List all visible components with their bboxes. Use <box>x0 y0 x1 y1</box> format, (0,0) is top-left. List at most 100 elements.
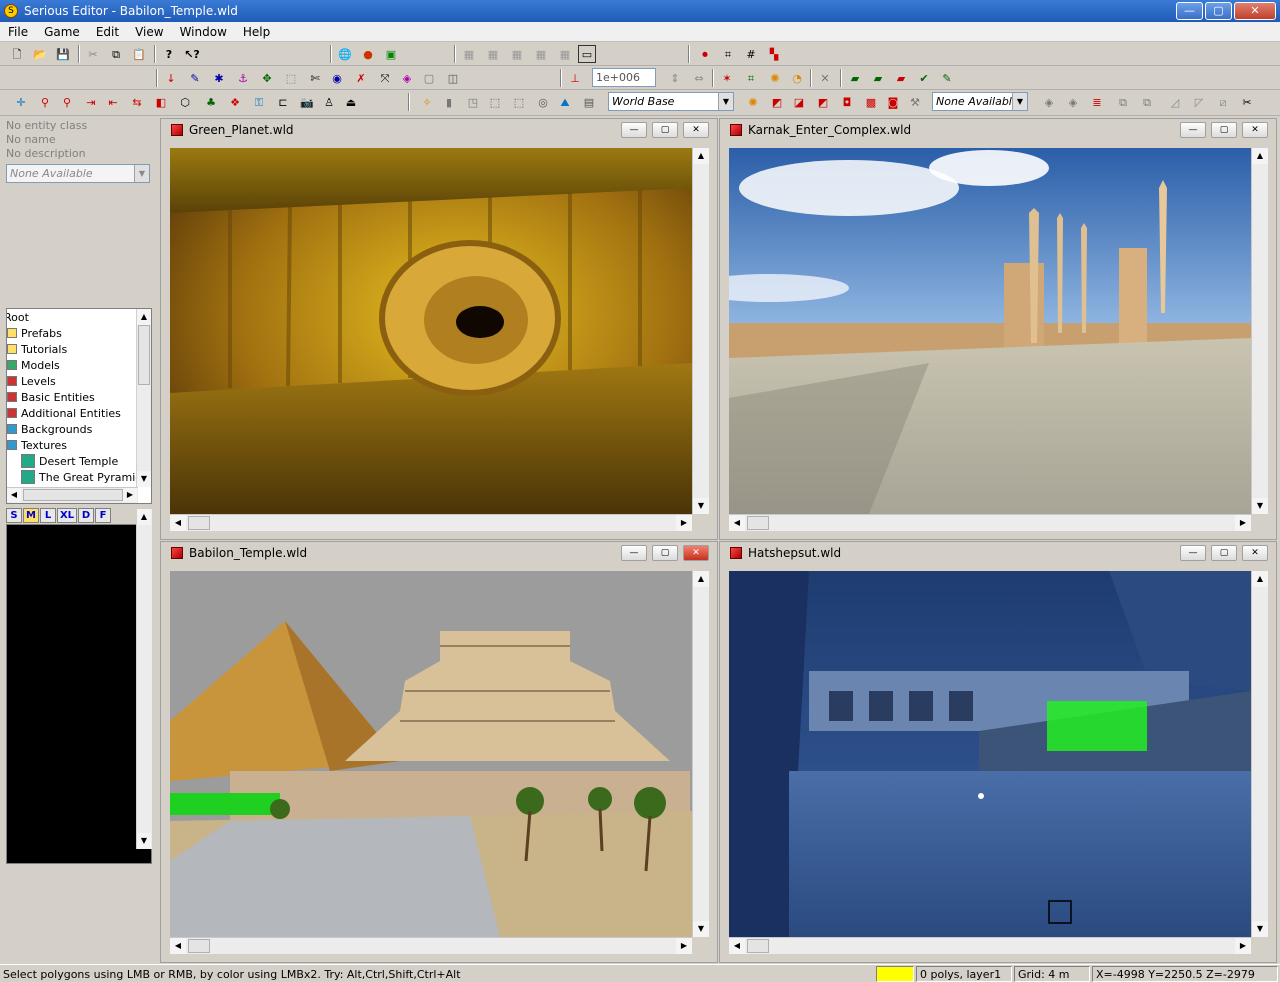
landscape-icon[interactable]: ⛰ <box>556 93 574 111</box>
view-restore-button[interactable]: ▢ <box>652 545 678 561</box>
menu-help[interactable]: Help <box>235 25 278 39</box>
view-vertical-scrollbar[interactable]: ▲ ▼ <box>692 571 709 937</box>
pin-icon[interactable]: ⚲ <box>36 93 54 111</box>
sparkle-icon[interactable]: ✧ <box>418 93 436 111</box>
view-close-button[interactable]: ✕ <box>683 122 709 138</box>
shape-icon[interactable]: ⧄ <box>1214 93 1232 111</box>
world-base-select[interactable]: World Base ▼ <box>608 92 734 111</box>
scale-icon[interactable]: ⇕ <box>666 69 684 87</box>
copy-icon[interactable]: ⧉ <box>1138 93 1156 111</box>
copy-icon[interactable]: ⧉ <box>1114 93 1132 111</box>
virtual-tree[interactable]: Root Prefabs Tutorials Models Levels Bas… <box>6 308 152 504</box>
lod-l-button[interactable]: L <box>40 508 56 523</box>
scroll-thumb[interactable] <box>747 516 769 530</box>
menu-game[interactable]: Game <box>36 25 88 39</box>
tree-horizontal-scrollbar[interactable]: ◀ ▶ <box>7 487 138 503</box>
layer-icon[interactable]: ▰ <box>892 69 910 87</box>
menu-view[interactable]: View <box>127 25 171 39</box>
corner-icon[interactable]: ◳ <box>464 93 482 111</box>
window-layout-icon[interactable]: ▭ <box>578 45 596 63</box>
view-caption[interactable]: Green_Planet.wld — ▢ ✕ <box>161 119 717 141</box>
scroll-right-icon[interactable]: ▶ <box>676 515 692 531</box>
view-close-button[interactable]: ✕ <box>1242 122 1268 138</box>
scroll-left-icon[interactable]: ◀ <box>170 515 186 531</box>
key-icon[interactable]: ⚿ <box>250 93 268 111</box>
scroll-left-icon[interactable]: ◀ <box>729 515 745 531</box>
scroll-up-icon[interactable]: ▲ <box>137 509 151 525</box>
view-close-button[interactable]: ✕ <box>1242 545 1268 561</box>
layer-edit-icon[interactable]: ✎ <box>938 69 956 87</box>
tree-item[interactable]: Levels <box>7 373 56 389</box>
view-horizontal-scrollbar[interactable]: ◀ ▶ <box>170 937 692 954</box>
scroll-right-icon[interactable]: ▶ <box>123 488 137 502</box>
close-button[interactable]: ✕ <box>1234 2 1276 20</box>
view-close-button[interactable]: ✕ <box>683 545 709 561</box>
view-horizontal-scrollbar[interactable]: ◀ ▶ <box>729 937 1251 954</box>
view-minimize-button[interactable]: — <box>1180 545 1206 561</box>
copy-icon[interactable]: ⧉ <box>107 45 125 63</box>
box-icon[interactable]: ◈ <box>1040 93 1058 111</box>
crosshair-icon[interactable]: ✛ <box>12 93 30 111</box>
view-restore-button[interactable]: ▢ <box>652 122 678 138</box>
target-icon[interactable]: ◎ <box>534 93 552 111</box>
scroll-left-icon[interactable]: ◀ <box>7 488 21 502</box>
texture-icon[interactable]: ▩ <box>862 93 880 111</box>
lod-f-button[interactable]: F <box>95 508 111 523</box>
box-3d-icon[interactable]: ◫ <box>444 69 462 87</box>
view-icon[interactable]: ▦ <box>556 45 574 63</box>
scroll-thumb[interactable] <box>188 939 210 953</box>
menu-file[interactable]: File <box>0 25 36 39</box>
tree-item[interactable]: Prefabs <box>7 325 62 341</box>
scroll-right-icon[interactable]: ▶ <box>1235 515 1251 531</box>
exponent-field[interactable]: 1e+006 <box>592 68 656 87</box>
grid-icon[interactable]: # <box>742 45 760 63</box>
scroll-thumb[interactable] <box>188 516 210 530</box>
grid-snap-icon[interactable]: ⌗ <box>719 45 737 63</box>
sphere-icon[interactable]: ◉ <box>328 69 346 87</box>
view-caption[interactable]: Karnak_Enter_Complex.wld — ▢ ✕ <box>720 119 1276 141</box>
menu-window[interactable]: Window <box>172 25 235 39</box>
texture-preview-panel[interactable]: ▲ ▼ <box>6 509 152 864</box>
tree-item[interactable]: Backgrounds <box>7 421 92 437</box>
scroll-down-icon[interactable]: ▼ <box>1252 498 1268 514</box>
shape-icon[interactable]: ◿ <box>1166 93 1184 111</box>
select-icon[interactable]: ⬚ <box>282 69 300 87</box>
scroll-up-icon[interactable]: ▲ <box>137 309 151 325</box>
help-icon[interactable]: ? <box>160 45 178 63</box>
tree-item[interactable]: Textures <box>7 437 67 453</box>
view-vertical-scrollbar[interactable]: ▲ ▼ <box>1251 571 1268 937</box>
view-minimize-button[interactable]: — <box>621 545 647 561</box>
statue-icon[interactable]: ♙ <box>320 93 338 111</box>
view-caption[interactable]: Hatshepsut.wld — ▢ ✕ <box>720 542 1276 564</box>
tree-item[interactable]: Desert Temple <box>21 453 118 469</box>
brush-icon[interactable]: ✎ <box>186 69 204 87</box>
entities-icon[interactable]: ● <box>359 45 377 63</box>
door-icon[interactable]: ▤ <box>580 93 598 111</box>
cube-icon[interactable]: ◈ <box>398 69 416 87</box>
block-icon[interactable]: ▮ <box>440 93 458 111</box>
scroll-down-icon[interactable]: ▼ <box>137 833 151 849</box>
none-available-select[interactable]: None Available ▼ <box>932 92 1028 111</box>
view-minimize-button[interactable]: — <box>1180 122 1206 138</box>
menu-edit[interactable]: Edit <box>88 25 127 39</box>
scroll-right-icon[interactable]: ▶ <box>676 938 692 954</box>
tree-item[interactable]: Models <box>7 357 60 373</box>
arrow-down-icon[interactable]: ↓ <box>162 69 180 87</box>
texture-icon[interactable]: ◩ <box>768 93 786 111</box>
texture-icon[interactable]: ◙ <box>884 93 902 111</box>
bulb-icon[interactable]: ◔ <box>788 69 806 87</box>
scroll-up-icon[interactable]: ▲ <box>693 571 709 587</box>
gear-icon[interactable]: ✱ <box>210 69 228 87</box>
minimize-button[interactable]: — <box>1176 2 1203 20</box>
tree-icon[interactable]: ♣ <box>202 93 220 111</box>
scroll-down-icon[interactable]: ▼ <box>1252 921 1268 937</box>
lod-xl-button[interactable]: XL <box>57 508 77 523</box>
view-icon[interactable]: ▦ <box>484 45 502 63</box>
cross-icon[interactable]: ✕ <box>816 69 834 87</box>
tree-root[interactable]: Root <box>7 309 29 325</box>
scissors-icon[interactable]: ✄ <box>306 69 324 87</box>
scroll-thumb[interactable] <box>747 939 769 953</box>
view-window-karnak[interactable]: Karnak_Enter_Complex.wld — ▢ ✕ ▲ ▼ ◀ ▶ <box>719 118 1277 540</box>
viewport-render[interactable] <box>170 148 692 514</box>
light-icon[interactable]: ✺ <box>744 93 762 111</box>
